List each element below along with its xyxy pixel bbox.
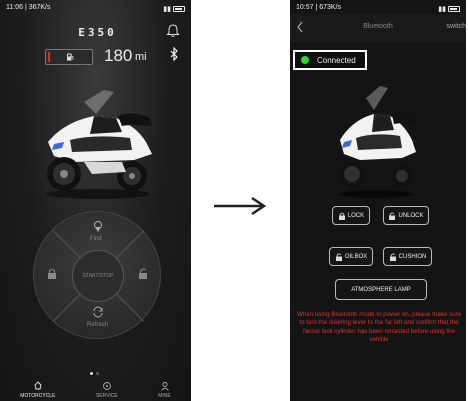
motorcycle-icon [34,381,42,390]
oilbox-icon [335,253,342,261]
brand-logo: E350 [78,26,117,39]
lock-label: LOCK [347,212,365,219]
bottom-nav: MOTORCYCLE SERVICE MINE [0,377,191,401]
signal-icon: ▮▮ [438,6,446,13]
power-button-label: START/STOP [82,273,114,279]
bluetooth-warning-text: When using Bluetooth mode to power on, p… [296,311,462,344]
status-time: 11:06 | 367K/s [6,4,51,11]
unlock-icon[interactable] [137,268,149,280]
unlock-button[interactable]: UNLOCK [383,206,429,225]
page-dot [96,372,99,375]
page-dot [90,372,93,375]
range-level-bar [48,52,50,62]
scooter-image [46,90,152,199]
atmosphere-lamp-label: ATMOSPHERE LAMP [351,286,411,293]
control-wheel: Find START/STOP Refresh [33,211,161,339]
service-icon [102,382,111,390]
page-indicator [90,372,99,375]
nav-service[interactable]: SERVICE [96,381,118,399]
atmosphere-lamp-button[interactable]: ATMOSPHERE LAMP [335,279,427,300]
connection-status: Connected [293,50,367,70]
lock-icon[interactable] [46,268,58,280]
battery-icon [173,6,185,12]
left-phone-screen: 11:06 | 367K/s ▮▮ E350 180 mi Find START… [0,0,191,401]
cushion-button[interactable]: CUSHION [383,247,432,266]
status-bar: 10:57 | 673K/s ▮▮ [296,4,460,14]
battery-icon [448,6,460,12]
unlock-label: UNLOCK [398,212,424,219]
unlock-icon [389,212,396,220]
status-bar: 11:06 | 367K/s ▮▮ [6,4,185,14]
location-icon[interactable] [92,220,104,232]
power-button[interactable]: START/STOP [72,250,124,302]
app-bar: Bluetooth switch [290,14,466,42]
connection-status-text: Connected [317,55,356,65]
page-title: Bluetooth [363,23,393,30]
bluetooth-icon[interactable] [168,47,180,61]
nav-motorcycle[interactable]: MOTORCYCLE [20,381,55,399]
cushion-icon [389,253,396,261]
range-unit: mi [135,51,147,63]
nav-mine[interactable]: MINE [158,381,171,399]
nav-motorcycle-label: MOTORCYCLE [20,393,56,399]
scooter-image [339,86,416,198]
lock-icon [338,212,345,220]
nav-mine-label: MINE [158,393,171,399]
range-value: 180 [104,46,133,65]
user-icon [160,382,169,391]
switch-link[interactable]: switch [447,23,466,30]
arrow-right-icon [214,196,267,216]
range-indicator [45,49,93,65]
refresh-label[interactable]: Refresh [87,322,108,328]
status-icons: ▮▮ [438,4,460,14]
nav-service-label: SERVICE [95,393,118,399]
status-time: 10:57 | 673K/s [296,4,342,11]
right-phone-screen: 10:57 | 673K/s ▮▮ Bluetooth switch Conne… [290,0,466,401]
find-label[interactable]: Find [90,236,102,242]
status-dot [301,56,309,64]
cushion-label: CUSHION [398,253,427,260]
status-icons: ▮▮ [163,4,185,14]
oilbox-label: OILBOX [344,253,368,260]
bell-icon[interactable] [166,24,180,38]
fuel-icon [67,53,74,61]
signal-icon: ▮▮ [163,6,171,13]
oilbox-button[interactable]: OILBOX [329,247,373,266]
refresh-icon[interactable] [92,306,104,318]
lock-button[interactable]: LOCK [332,206,370,225]
